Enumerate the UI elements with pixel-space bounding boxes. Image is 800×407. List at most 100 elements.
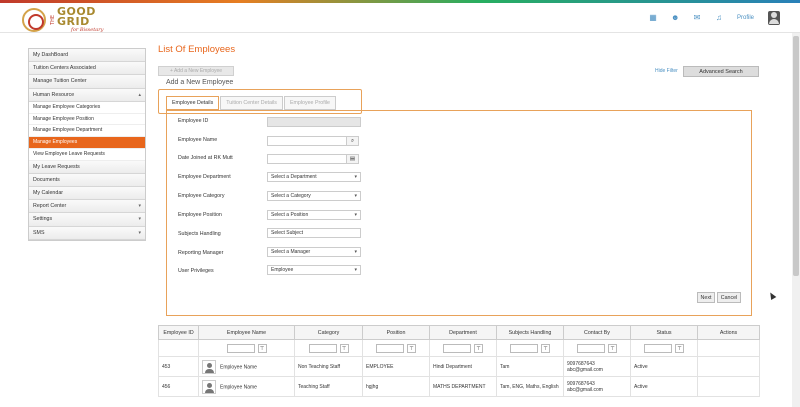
filter-cell: ⊤	[362, 339, 430, 357]
filter-cell: ⊤	[294, 339, 363, 357]
position-label: Employee Position	[178, 212, 222, 218]
sidebar-subitem-employee-position[interactable]: Manage Employee Position	[29, 113, 145, 126]
col-header-contact[interactable]: Contact By	[563, 325, 631, 340]
cell-actions	[697, 356, 760, 377]
sidebar-item-documents[interactable]: Documents	[29, 173, 145, 188]
add-employee-button[interactable]: + Add a New Employee	[158, 66, 234, 76]
filter-icon[interactable]: ⊤	[608, 343, 617, 353]
chevron-down-icon: ▾	[138, 203, 141, 210]
mail-icon[interactable]: ✉	[693, 14, 701, 22]
cancel-button[interactable]: Cancel	[717, 292, 741, 303]
cell-email: abc@gmail.com	[567, 386, 603, 393]
avatar[interactable]	[768, 11, 780, 25]
chevron-up-icon: ▴	[138, 91, 141, 98]
tab-employee-details[interactable]: Employee Details	[166, 96, 220, 110]
sidebar-item-dashboard[interactable]: My DashBoard	[29, 49, 145, 63]
filter-icon[interactable]: ⊤	[407, 343, 416, 353]
filter-icon[interactable]: ⊤	[675, 343, 684, 353]
logo-tagline: for Bissetary	[71, 27, 104, 33]
bell-icon[interactable]: ♫	[715, 14, 723, 22]
table-row[interactable]: 456 Employee Name Teaching Staff hgjhg M…	[158, 376, 760, 397]
col-header-subjects[interactable]: Subjects Handling	[496, 325, 564, 340]
page-title: List Of Employees	[158, 44, 236, 55]
sidebar-item-label: Documents	[33, 176, 60, 183]
sidebar-item-label: Tuition Centers Associated	[33, 65, 96, 72]
cell-name-text: Employee Name	[220, 383, 257, 390]
cell-subjects: Tam, ENG, Maths, English	[496, 376, 564, 397]
sidebar-item-my-leave-requests[interactable]: My Leave Requests	[29, 160, 145, 174]
top-bar: THE GOOD GRID for Bissetary ▦ ☻ ✉ ♫ Prof…	[0, 3, 800, 33]
cell-category: Teaching Staff	[294, 376, 363, 397]
department-select[interactable]: Select a Department	[267, 172, 361, 182]
cell-status: Active	[630, 356, 698, 377]
grid-icon[interactable]: ▦	[649, 14, 657, 22]
col-header-position[interactable]: Position	[362, 325, 430, 340]
next-button[interactable]: Next	[697, 292, 715, 303]
col-header-employee-id[interactable]: Employee ID	[158, 325, 199, 340]
filter-input[interactable]	[644, 343, 672, 353]
sidebar-item-label: Human Resource	[33, 91, 75, 98]
sidebar-item-sms[interactable]: SMS ▾	[29, 226, 145, 240]
top-icons: ▦ ☻ ✉ ♫ Profile	[649, 11, 780, 25]
col-header-category[interactable]: Category	[294, 325, 363, 340]
department-label: Employee Department	[178, 174, 231, 180]
search-icon[interactable]: ⌕	[347, 136, 359, 146]
col-header-department[interactable]: Department	[429, 325, 497, 340]
filter-input[interactable]	[226, 343, 255, 353]
table-row[interactable]: 453 Employee Name Non Teaching Staff EMP…	[158, 356, 760, 377]
brand-logo[interactable]: THE GOOD GRID for Bissetary	[22, 6, 104, 33]
cell-email: abc@gmail.com	[567, 366, 603, 373]
advanced-search-button[interactable]: Advanced Search	[683, 66, 759, 77]
sidebar-item-report-center[interactable]: Report Center ▾	[29, 200, 145, 214]
sidebar-item-label: My DashBoard	[33, 52, 69, 58]
filter-icon[interactable]: ⊤	[257, 343, 267, 353]
cell-position: hgjhg	[362, 376, 430, 397]
hide-filter-link[interactable]: Hide Filter	[655, 68, 678, 74]
users-icon[interactable]: ☻	[671, 14, 679, 22]
sidebar-subitem-leave-requests[interactable]: View Employee Leave Requests	[29, 148, 145, 161]
employee-name-field[interactable]	[267, 136, 347, 146]
sidebar-subitem-employee-department[interactable]: Manage Employee Department	[29, 125, 145, 138]
filter-input[interactable]	[376, 343, 404, 353]
avatar	[202, 379, 216, 394]
sidebar-item-label: My Leave Requests	[33, 163, 80, 170]
col-header-employee-name[interactable]: Employee Name	[198, 325, 295, 340]
sidebar-subitem-manage-employees[interactable]: Manage Employees	[29, 137, 145, 149]
position-select[interactable]: Select a Position	[267, 210, 361, 220]
filter-icon[interactable]: ⊤	[541, 343, 550, 353]
profile-link[interactable]: Profile	[737, 15, 754, 21]
date-joined-field[interactable]	[267, 154, 347, 164]
sidebar-item-tuition-centers-associated[interactable]: Tuition Centers Associated	[29, 62, 145, 76]
mouse-cursor-icon	[767, 290, 777, 301]
sidebar-item-settings[interactable]: Settings ▾	[29, 213, 145, 227]
filter-input[interactable]	[308, 343, 337, 353]
filter-input[interactable]	[443, 343, 471, 353]
category-select[interactable]: Select a Category	[267, 191, 361, 201]
filter-icon[interactable]: ⊤	[474, 343, 483, 353]
page-scrollbar-thumb[interactable]	[793, 36, 799, 276]
chevron-down-icon: ▾	[138, 216, 141, 223]
filter-cell: ⊤	[496, 339, 564, 357]
cell-contact: 9097687643 abc@gmail.com	[563, 376, 631, 397]
filter-input[interactable]	[510, 343, 538, 353]
date-joined-label: Date Joined at RK Mutt	[178, 155, 233, 161]
col-header-actions: Actions	[697, 325, 760, 340]
sidebar-item-my-calendar[interactable]: My Calendar	[29, 187, 145, 201]
logo-name-line2: GRID	[57, 15, 90, 28]
calendar-icon[interactable]: ▤	[347, 154, 359, 164]
avatar	[202, 359, 216, 374]
manager-select[interactable]: Select a Manager	[267, 247, 361, 257]
col-header-status[interactable]: Status	[630, 325, 698, 340]
tab-employee-profile[interactable]: Employee Profile	[283, 96, 336, 110]
tab-tuition-center-details[interactable]: Tuition Center Details	[220, 96, 283, 110]
filter-icon[interactable]: ⊤	[339, 343, 349, 353]
privileges-select[interactable]: Employee	[267, 265, 361, 275]
sidebar-item-human-resource[interactable]: Human Resource ▴	[29, 88, 145, 102]
subjects-field[interactable]: Select Subject	[267, 228, 361, 238]
sidebar-item-manage-tuition-center[interactable]: Manage Tuition Center	[29, 75, 145, 89]
cell-subjects: Tam	[496, 356, 564, 377]
sidebar-subitem-employee-categories[interactable]: Manage Employee Categories	[29, 101, 145, 114]
filter-input[interactable]	[577, 343, 605, 353]
sidebar: My DashBoard Tuition Centers Associated …	[28, 48, 146, 241]
cell-contact: 9097687643 abc@gmail.com	[563, 356, 631, 377]
